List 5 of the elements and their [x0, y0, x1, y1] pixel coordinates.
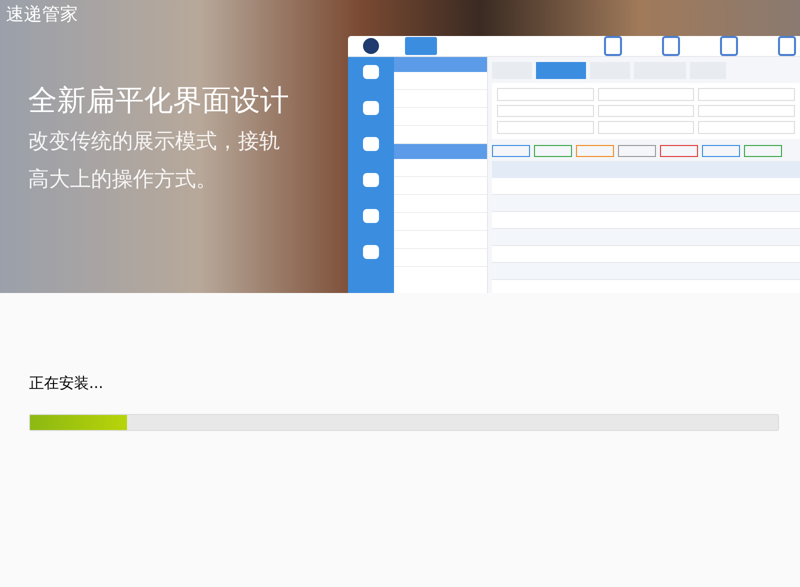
install-status: 正在安装...	[29, 373, 104, 393]
window-title: 速递管家	[6, 3, 78, 27]
tagline: 高大上的操作方式。	[28, 166, 217, 192]
headline: 全新扁平化界面设计	[28, 82, 289, 119]
tagline: 改变传统的展示模式，接轨	[28, 128, 280, 154]
